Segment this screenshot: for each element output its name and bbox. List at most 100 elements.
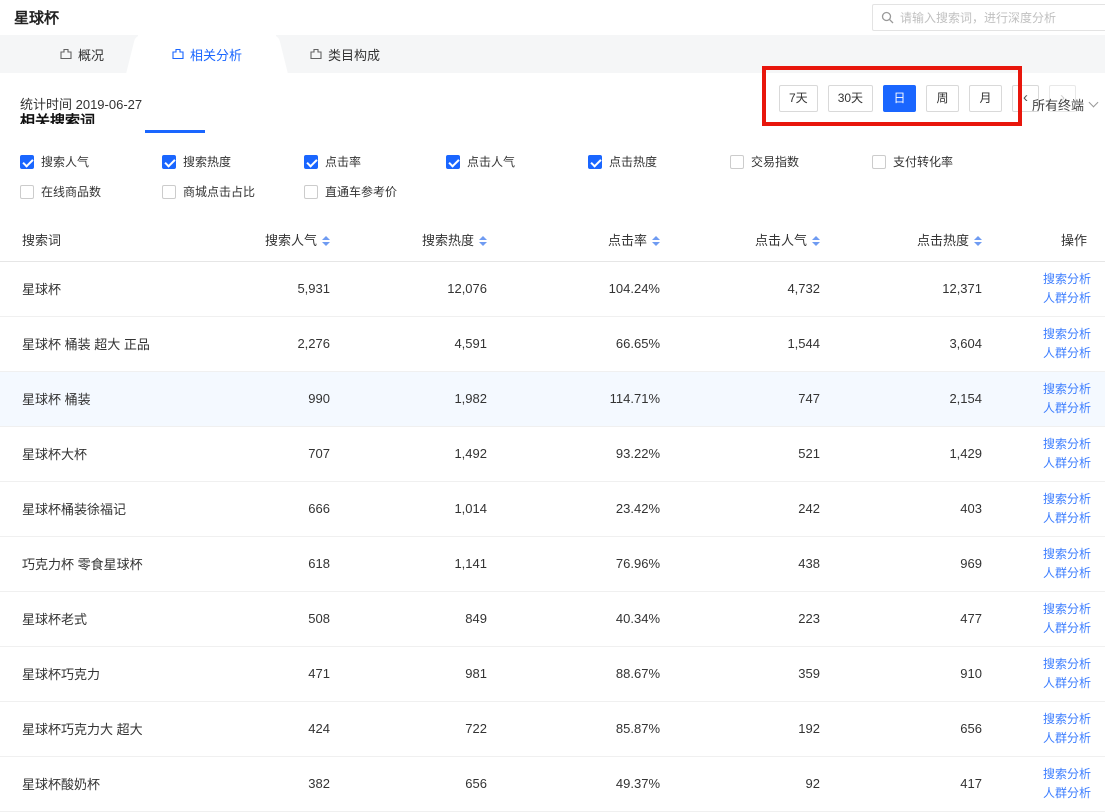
action-cell: 搜索分析 人群分析 [1000, 261, 1105, 316]
toolbar: 统计时间 2019-06-27 7天 30天 日 周 月 ‹ › 所有终端 相关… [0, 73, 1105, 133]
crowd-analysis-link[interactable]: 人群分析 [1000, 344, 1091, 363]
search-popularity-cell: 508 [190, 591, 348, 646]
checkbox-label: 商城点击占比 [183, 183, 255, 200]
filter-checkbox-item[interactable]: 点击率 [304, 153, 446, 170]
filter-checkbox-item[interactable]: 交易指数 [730, 153, 872, 170]
search-analysis-link[interactable]: 搜索分析 [1000, 655, 1091, 674]
tab-label: 概况 [78, 45, 104, 64]
filter-row: 搜索人气 搜索热度 点击率 点击人气 点击热度 交易指数 支付转化率 [20, 153, 1105, 170]
crowd-analysis-link[interactable]: 人群分析 [1000, 729, 1091, 748]
col-header-click-heat[interactable]: 点击热度 [838, 219, 1000, 261]
keyword-cell: 星球杯老式 [0, 591, 190, 646]
crowd-analysis-link[interactable]: 人群分析 [1000, 564, 1091, 583]
sort-icon[interactable] [974, 236, 982, 246]
search-analysis-link[interactable]: 搜索分析 [1000, 545, 1091, 564]
search-analysis-link[interactable]: 搜索分析 [1000, 490, 1091, 509]
tab-related-analysis[interactable]: 相关分析 [138, 35, 276, 73]
search-analysis-link[interactable]: 搜索分析 [1000, 325, 1091, 344]
sort-icon[interactable] [479, 236, 487, 246]
checkbox-label: 点击人气 [467, 153, 515, 170]
filter-checkbox-item[interactable]: 直通车参考价 [304, 183, 446, 200]
search-input[interactable] [900, 11, 1099, 25]
click-popularity-cell: 747 [678, 371, 838, 426]
tab-category-composition[interactable]: 类目构成 [276, 35, 414, 73]
search-heat-cell: 1,141 [348, 536, 505, 591]
click-rate-cell: 49.37% [505, 756, 678, 811]
action-cell: 搜索分析 人群分析 [1000, 426, 1105, 481]
crowd-analysis-link[interactable]: 人群分析 [1000, 289, 1091, 308]
click-heat-cell: 477 [838, 591, 1000, 646]
filter-checkbox-item[interactable]: 点击热度 [588, 153, 730, 170]
click-heat-cell: 417 [838, 756, 1000, 811]
search-icon [881, 11, 894, 24]
crowd-analysis-link[interactable]: 人群分析 [1000, 674, 1091, 693]
search-analysis-link[interactable]: 搜索分析 [1000, 710, 1091, 729]
sort-icon[interactable] [812, 236, 820, 246]
search-heat-cell: 722 [348, 701, 505, 756]
date-btn-month[interactable]: 月 [969, 85, 1002, 112]
filter-checkbox-item[interactable]: 搜索热度 [162, 153, 304, 170]
checkbox-icon[interactable] [730, 155, 744, 169]
checkbox-icon[interactable] [20, 185, 34, 199]
checkbox-label: 搜索热度 [183, 153, 231, 170]
table-row: 星球杯老式 508 849 40.34% 223 477 搜索分析 人群分析 [0, 591, 1105, 646]
checkbox-icon[interactable] [304, 155, 318, 169]
click-heat-cell: 3,604 [838, 316, 1000, 371]
col-header-search-popularity[interactable]: 搜索人气 [190, 219, 348, 261]
checkbox-icon[interactable] [162, 155, 176, 169]
checkbox-icon[interactable] [872, 155, 886, 169]
stat-time-label: 统计时间 2019-06-27 [20, 94, 142, 113]
terminal-selector[interactable]: 所有终端 [1032, 95, 1097, 114]
filter-checkbox-item[interactable]: 商城点击占比 [162, 183, 304, 200]
search-analysis-link[interactable]: 搜索分析 [1000, 380, 1091, 399]
filter-checkbox-item[interactable]: 支付转化率 [872, 153, 1014, 170]
search-popularity-cell: 382 [190, 756, 348, 811]
filter-checkbox-item[interactable]: 搜索人气 [20, 153, 162, 170]
filter-checkbox-item[interactable]: 在线商品数 [20, 183, 162, 200]
checkbox-icon[interactable] [162, 185, 176, 199]
col-header-label: 操作 [1061, 233, 1087, 248]
checkbox-label: 点击热度 [609, 153, 657, 170]
search-heat-cell: 1,492 [348, 426, 505, 481]
active-subtab-indicator [145, 130, 205, 133]
date-btn-30d[interactable]: 30天 [828, 85, 873, 112]
col-header-label: 点击热度 [917, 233, 969, 248]
subtab-related-keywords[interactable]: 相关搜索词 [20, 112, 95, 124]
click-heat-cell: 656 [838, 701, 1000, 756]
checkbox-icon[interactable] [588, 155, 602, 169]
search-box[interactable] [872, 4, 1105, 31]
search-analysis-link[interactable]: 搜索分析 [1000, 435, 1091, 454]
checkbox-icon[interactable] [304, 185, 318, 199]
date-btn-7d[interactable]: 7天 [779, 85, 818, 112]
crowd-analysis-link[interactable]: 人群分析 [1000, 454, 1091, 473]
col-header-click-popularity[interactable]: 点击人气 [678, 219, 838, 261]
click-heat-cell: 1,429 [838, 426, 1000, 481]
col-header-click-rate[interactable]: 点击率 [505, 219, 678, 261]
search-analysis-link[interactable]: 搜索分析 [1000, 600, 1091, 619]
date-btn-week[interactable]: 周 [926, 85, 959, 112]
sort-icon[interactable] [322, 236, 330, 246]
click-heat-cell: 969 [838, 536, 1000, 591]
sort-icon[interactable] [652, 236, 660, 246]
search-analysis-link[interactable]: 搜索分析 [1000, 765, 1091, 784]
search-heat-cell: 12,076 [348, 261, 505, 316]
date-btn-day[interactable]: 日 [883, 85, 916, 112]
table-row: 星球杯巧克力 471 981 88.67% 359 910 搜索分析 人群分析 [0, 646, 1105, 701]
action-cell: 搜索分析 人群分析 [1000, 481, 1105, 536]
search-analysis-link[interactable]: 搜索分析 [1000, 270, 1091, 289]
crowd-analysis-link[interactable]: 人群分析 [1000, 399, 1091, 418]
click-rate-cell: 114.71% [505, 371, 678, 426]
col-header-search-heat[interactable]: 搜索热度 [348, 219, 505, 261]
checkbox-icon[interactable] [20, 155, 34, 169]
crowd-analysis-link[interactable]: 人群分析 [1000, 619, 1091, 638]
crowd-analysis-link[interactable]: 人群分析 [1000, 509, 1091, 528]
crowd-analysis-link[interactable]: 人群分析 [1000, 784, 1091, 803]
tab-label: 类目构成 [328, 45, 380, 64]
tab-overview[interactable]: 概况 [26, 35, 138, 73]
checkbox-icon[interactable] [446, 155, 460, 169]
tab-icon [60, 48, 72, 60]
click-popularity-cell: 192 [678, 701, 838, 756]
click-popularity-cell: 359 [678, 646, 838, 701]
table-row: 星球杯 桶装 超大 正品 2,276 4,591 66.65% 1,544 3,… [0, 316, 1105, 371]
filter-checkbox-item[interactable]: 点击人气 [446, 153, 588, 170]
